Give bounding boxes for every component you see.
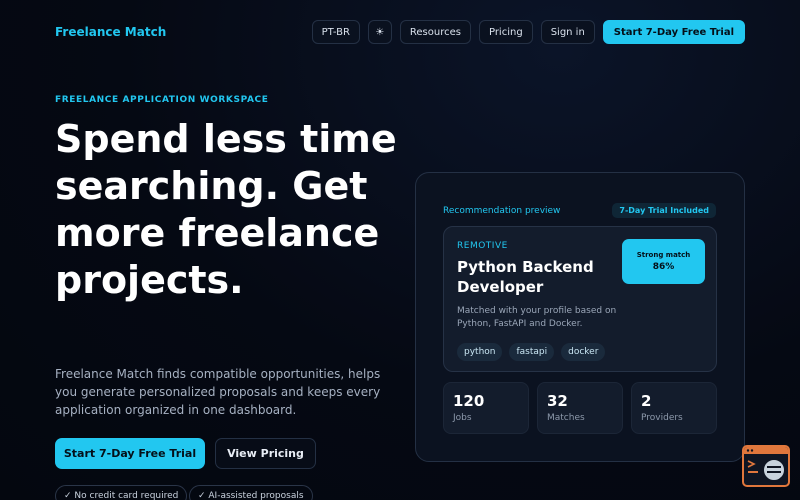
hero-description: Freelance Match finds compatible opportu… bbox=[55, 367, 381, 417]
skill-tags: python fastapi docker bbox=[457, 343, 606, 361]
preview-label: Recommendation preview bbox=[443, 205, 561, 216]
job-description: Matched with your profile based on Pytho… bbox=[457, 306, 617, 329]
start-trial-button[interactable]: Start 7-Day Free Trial bbox=[55, 438, 205, 469]
top-nav: Freelance Match PT-BR ☀ Resources Pricin… bbox=[55, 20, 745, 44]
match-label: Strong match bbox=[636, 251, 691, 259]
pricing-link[interactable]: Pricing bbox=[478, 20, 533, 44]
brand-logo[interactable]: Freelance Match bbox=[55, 25, 166, 39]
preview-header: Recommendation preview 7-Day Trial Inclu… bbox=[443, 203, 716, 218]
no-credit-card-pill: ✓ No credit card required bbox=[55, 485, 188, 500]
view-pricing-button[interactable]: View Pricing bbox=[215, 438, 316, 469]
skill-tag: python bbox=[457, 343, 503, 361]
hero-eyebrow: FREELANCE APPLICATION WORKSPACE bbox=[55, 95, 269, 105]
nav-actions: PT-BR ☀ Resources Pricing Sign in Start … bbox=[311, 20, 745, 44]
resources-link[interactable]: Resources bbox=[399, 20, 471, 44]
sun-icon: ☀ bbox=[375, 26, 385, 38]
job-title: Python Backend Developer bbox=[457, 258, 594, 296]
job-company: REMOTIVE bbox=[457, 241, 508, 251]
stat-value: 2 bbox=[641, 392, 652, 410]
stat-label: Providers bbox=[641, 413, 683, 423]
stat-label: Matches bbox=[547, 413, 585, 423]
hero-title: Spend less time searching. Get more free… bbox=[55, 117, 397, 302]
skill-tag: fastapi bbox=[509, 343, 555, 361]
recommendation-preview-card: Recommendation preview 7-Day Trial Inclu… bbox=[415, 172, 745, 462]
skill-tag: docker bbox=[561, 343, 606, 361]
ai-proposals-pill: ✓ AI-assisted proposals bbox=[189, 485, 313, 500]
stat-label: Jobs bbox=[453, 413, 472, 423]
language-button[interactable]: PT-BR bbox=[311, 20, 360, 44]
start-trial-nav-button[interactable]: Start 7-Day Free Trial bbox=[602, 20, 745, 44]
sign-in-button[interactable]: Sign in bbox=[540, 20, 595, 44]
trial-badge: 7-Day Trial Included bbox=[612, 203, 716, 218]
stat-value: 120 bbox=[453, 392, 485, 410]
stat-jobs: 120 Jobs bbox=[443, 382, 529, 434]
theme-toggle-button[interactable]: ☀ bbox=[367, 20, 392, 44]
stat-value: 32 bbox=[547, 392, 568, 410]
chat-assistant-icon[interactable] bbox=[742, 445, 790, 487]
match-value: 86% bbox=[652, 262, 675, 272]
job-card[interactable]: REMOTIVE Python Backend Developer Matche… bbox=[443, 226, 717, 372]
stat-providers: 2 Providers bbox=[631, 382, 717, 434]
stat-matches: 32 Matches bbox=[537, 382, 623, 434]
stats-row: 120 Jobs 32 Matches 2 Providers bbox=[443, 382, 717, 434]
match-score-badge: Strong match 86% bbox=[622, 239, 705, 284]
